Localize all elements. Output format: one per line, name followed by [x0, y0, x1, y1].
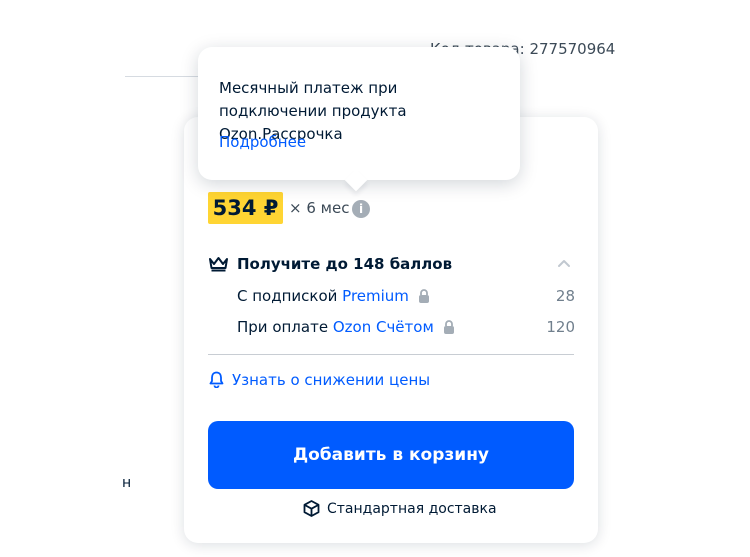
crown-icon: [209, 257, 228, 272]
points-value: 120: [546, 318, 575, 336]
ozon-account-link[interactable]: Ozon Счётом: [333, 318, 434, 336]
lock-icon: [418, 289, 429, 303]
delivery-info: Стандартная доставка: [303, 500, 497, 517]
installment-tooltip: Месячный платеж при подключении продукта…: [198, 47, 520, 180]
points-row-ozon-account: При оплате Ozon Счётом 120: [237, 318, 575, 336]
installment-months: × 6 мес: [289, 199, 350, 217]
points-value: 28: [555, 287, 575, 305]
points-title: Получите до 148 баллов: [237, 255, 453, 273]
box-icon: [303, 500, 320, 517]
points-row-label: С подпиской: [237, 287, 338, 305]
lock-icon: [443, 320, 454, 334]
info-icon[interactable]: i: [352, 200, 370, 218]
price-alert-link[interactable]: Узнать о снижении цены: [209, 371, 430, 389]
points-row-premium: С подпиской Premium 28: [237, 287, 575, 305]
installment-price: 534 ₽: [208, 192, 283, 224]
card-divider: [208, 354, 574, 355]
page: Код товара: 277570964 н Месячный платеж …: [0, 0, 750, 557]
divider: [125, 76, 200, 77]
add-to-cart-button[interactable]: Добавить в корзину: [208, 421, 574, 489]
chevron-up-icon[interactable]: [557, 258, 571, 268]
premium-link[interactable]: Premium: [342, 287, 409, 305]
points-row-label: При оплате: [237, 318, 329, 336]
bell-icon: [209, 371, 224, 388]
tooltip-more-link[interactable]: Подробнее: [219, 133, 306, 151]
delivery-label: Стандартная доставка: [327, 501, 497, 517]
cutoff-text: н: [122, 475, 132, 491]
price-alert-label: Узнать о снижении цены: [232, 371, 431, 389]
